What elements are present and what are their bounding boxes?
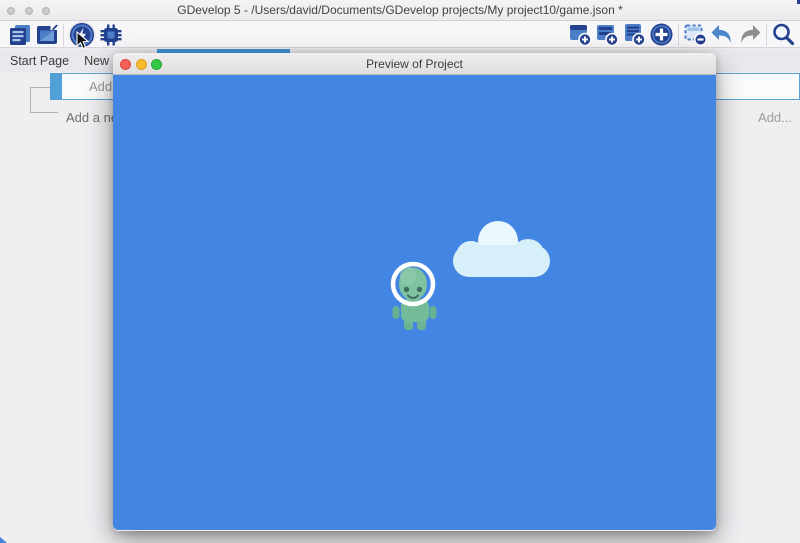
tab-start-page[interactable]: Start Page xyxy=(10,54,69,68)
toolbar-separator xyxy=(63,24,64,46)
preview-titlebar[interactable]: Preview of Project xyxy=(113,53,716,75)
preview-title: Preview of Project xyxy=(113,53,716,75)
stray-pixel-artifact xyxy=(0,537,7,543)
cloud-sprite xyxy=(453,221,550,277)
active-tab-indicator xyxy=(157,49,290,53)
player-character-sprite xyxy=(393,264,437,330)
toolbar-separator xyxy=(766,24,767,46)
preview-button[interactable] xyxy=(67,21,97,48)
main-titlebar: GDevelop 5 - /Users/david/Documents/GDev… xyxy=(0,0,800,21)
redo-icon[interactable] xyxy=(736,22,763,48)
undo-icon[interactable] xyxy=(709,22,736,48)
game-canvas[interactable] xyxy=(113,75,716,530)
add-object-icon[interactable] xyxy=(648,22,675,48)
window-title: GDevelop 5 - /Users/david/Documents/GDev… xyxy=(0,0,800,21)
toolbar-right-group xyxy=(567,21,797,48)
toolbar-separator xyxy=(678,24,679,46)
project-manager-icon[interactable] xyxy=(6,22,33,48)
add-more-link[interactable]: Add... xyxy=(758,110,792,125)
toolbar xyxy=(0,21,800,48)
gdevelop-app: GDevelop 5 - /Users/david/Documents/GDev… xyxy=(0,0,800,543)
debug-icon[interactable] xyxy=(97,22,124,48)
toolbar-left-group xyxy=(6,21,124,48)
remove-events-icon[interactable] xyxy=(682,22,709,48)
search-icon[interactable] xyxy=(770,22,797,48)
event-tree-connector-stub xyxy=(30,87,50,88)
add-scene-icon[interactable] xyxy=(567,22,594,48)
add-external-layout-icon[interactable] xyxy=(621,22,648,48)
preview-window: Preview of Project xyxy=(113,53,716,531)
add-external-events-icon[interactable] xyxy=(594,22,621,48)
event-tree-connector xyxy=(30,87,58,113)
scene-editor-icon[interactable] xyxy=(33,22,60,48)
